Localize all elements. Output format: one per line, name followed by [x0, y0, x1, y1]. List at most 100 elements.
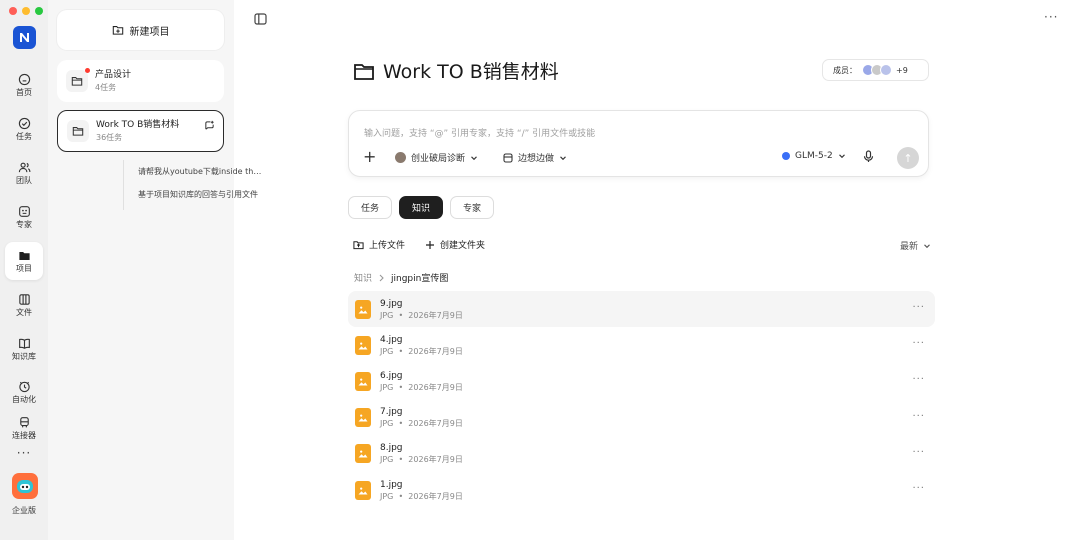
model-selector[interactable]: GLM-5-2: [782, 151, 846, 161]
sort-dropdown[interactable]: 最新: [900, 239, 931, 252]
rail-item-files[interactable]: 文件: [5, 286, 43, 324]
file-type: JPG: [380, 455, 394, 465]
project-card-work-to-b[interactable]: Work TO B销售材料 36任务: [57, 110, 224, 152]
thread-item[interactable]: 请帮我从youtube下载inside the ...: [138, 166, 266, 177]
file-more-button[interactable]: ···: [912, 411, 925, 422]
rail-item-automation[interactable]: 自动化: [5, 373, 43, 411]
tab-tasks[interactable]: 任务: [348, 196, 393, 219]
file-row[interactable]: 7.jpg JPG • 2026年7月9日 ···: [348, 400, 935, 436]
file-name: 6.jpg: [380, 370, 403, 381]
chevron-down-icon: [471, 155, 477, 160]
members-count: +9: [896, 65, 908, 75]
rail-item-projects[interactable]: 项目: [5, 242, 43, 280]
file-meta: JPG • 2026年7月9日: [380, 418, 463, 429]
mode-selector-label: 边想边做: [518, 154, 555, 164]
file-meta: JPG • 2026年7月9日: [380, 454, 463, 465]
file-row[interactable]: 4.jpg JPG • 2026年7月9日 ···: [348, 327, 935, 363]
image-file-icon: [355, 444, 371, 464]
composer-input[interactable]: 输入问题，支持 “@” 引用专家，支持 “/” 引用文件或技能: [364, 126, 595, 139]
rail-label: 专家: [16, 219, 32, 229]
window-controls: [9, 7, 43, 15]
project-title: Work TO B销售材料: [96, 119, 180, 130]
add-attachment-button[interactable]: +: [363, 149, 376, 165]
folder-plus-icon: [112, 26, 123, 35]
file-date: 2026年7月9日: [408, 346, 463, 356]
tab-experts[interactable]: 专家: [450, 196, 495, 219]
expert-icon: [18, 205, 30, 217]
tab-knowledge[interactable]: 知识: [399, 196, 444, 219]
rail-label: 文件: [16, 307, 32, 317]
new-chat-icon[interactable]: [204, 120, 215, 131]
enterprise-label: 企业版: [12, 506, 36, 515]
microphone-icon[interactable]: [863, 150, 874, 163]
enterprise-mascot-icon[interactable]: [12, 473, 38, 499]
file-meta: JPG • 2026年7月9日: [380, 310, 463, 321]
close-window-button[interactable]: [9, 7, 17, 15]
file-more-button[interactable]: ···: [912, 447, 925, 458]
meta-separator: •: [398, 455, 404, 465]
rail-item-knowledge-base[interactable]: 知识库: [5, 330, 43, 368]
chevron-down-icon: [924, 243, 930, 248]
toggle-sidebar-icon[interactable]: [254, 13, 267, 25]
file-row[interactable]: 1.jpg JPG • 2026年7月9日 ···: [348, 472, 935, 508]
file-more-button[interactable]: ···: [912, 339, 925, 349]
chevron-right-icon: [379, 274, 384, 281]
project-card-product-design[interactable]: 产品设计 4任务: [57, 60, 224, 102]
app-logo[interactable]: [13, 26, 36, 49]
file-list: 9.jpg JPG • 2026年7月9日 ··· 4.jpg JPG • 20…: [348, 291, 935, 508]
more-options-button[interactable]: ···: [1044, 10, 1058, 24]
model-icon: [782, 152, 790, 160]
file-row[interactable]: 6.jpg JPG • 2026年7月9日 ···: [348, 363, 935, 399]
rail-item-experts[interactable]: 专家: [5, 198, 43, 236]
file-row[interactable]: 9.jpg JPG • 2026年7月9日 ···: [348, 291, 935, 328]
rail-more-button[interactable]: ···: [0, 446, 48, 460]
expert-selector[interactable]: 创业破局诊断: [395, 151, 478, 164]
mode-selector[interactable]: 边想边做: [503, 151, 567, 164]
thread-item[interactable]: 基于项目知识库的回答与引用文件: [138, 189, 266, 200]
page-title: Work TO B销售材料: [353, 57, 559, 84]
upload-file-button[interactable]: 上传文件: [353, 238, 405, 251]
members-label: 成员：: [833, 65, 857, 75]
image-file-icon: [355, 480, 371, 500]
automation-icon: [18, 381, 30, 392]
file-date: 2026年7月9日: [408, 382, 463, 392]
mode-icon: [503, 152, 513, 163]
chevron-down-icon: [838, 154, 845, 159]
file-more-button[interactable]: ···: [912, 303, 925, 313]
file-type: JPG: [380, 419, 394, 429]
rail-item-tasks[interactable]: 任务: [5, 110, 43, 148]
meta-separator: •: [398, 346, 404, 356]
rail-label: 项目: [16, 263, 32, 273]
file-date: 2026年7月9日: [408, 310, 463, 320]
breadcrumb-root[interactable]: 知识: [354, 271, 372, 284]
zoom-window-button[interactable]: [35, 7, 43, 15]
rail-item-home[interactable]: 首页: [5, 66, 43, 104]
members-button[interactable]: 成员： +9: [822, 59, 929, 81]
rail-label: 团队: [16, 175, 32, 185]
book-icon: [18, 338, 30, 349]
unread-dot: [85, 68, 90, 73]
new-project-button[interactable]: 新建项目: [57, 10, 224, 50]
file-row[interactable]: 8.jpg JPG • 2026年7月9日 ···: [348, 436, 935, 472]
minimize-window-button[interactable]: [22, 7, 30, 15]
rail-label: 连接器: [12, 430, 36, 440]
file-more-button[interactable]: ···: [912, 375, 925, 385]
thread-list: 请帮我从youtube下载inside the ... 基于项目知识库的回答与引…: [123, 160, 266, 210]
home-icon: [18, 73, 30, 85]
rail-label: 首页: [16, 87, 32, 97]
create-folder-button[interactable]: 创建文件夹: [425, 238, 485, 251]
rail-item-team[interactable]: 团队: [5, 154, 43, 192]
plus-icon: [426, 240, 435, 249]
file-more-button[interactable]: ···: [912, 483, 925, 494]
page-title-text: Work TO B销售材料: [383, 61, 559, 83]
breadcrumb-current: jingpin宣传图: [391, 274, 449, 284]
file-date: 2026年7月9日: [408, 419, 463, 429]
team-icon: [18, 162, 30, 172]
send-button[interactable]: ↑: [897, 147, 919, 169]
file-meta: JPG • 2026年7月9日: [380, 346, 463, 357]
meta-separator: •: [398, 491, 404, 501]
file-date: 2026年7月9日: [408, 491, 463, 501]
image-file-icon: [355, 408, 371, 428]
file-type: JPG: [380, 491, 394, 501]
rail-item-connectors[interactable]: 连接器: [5, 409, 43, 447]
